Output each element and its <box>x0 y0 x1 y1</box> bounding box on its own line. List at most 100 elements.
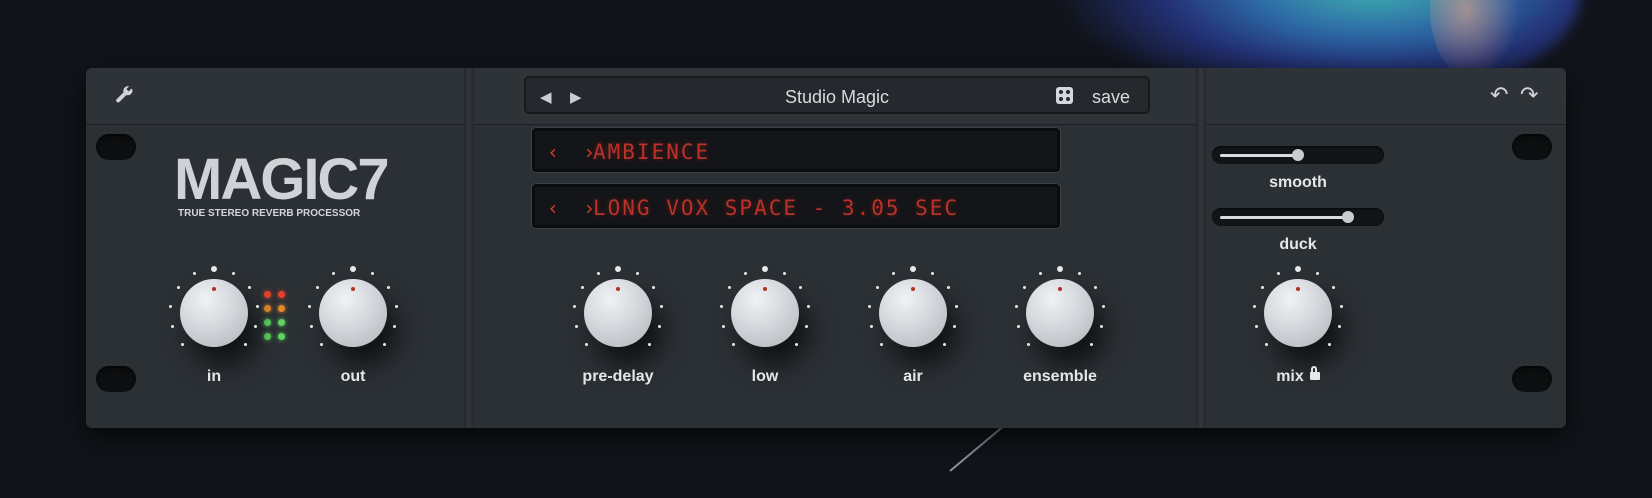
knob-scale-tick <box>1094 285 1098 289</box>
knob-scale-tick <box>1027 342 1031 346</box>
knob-scale-tick <box>255 304 259 308</box>
knob-scale-tick <box>953 325 957 329</box>
save-button[interactable]: save <box>1092 87 1130 108</box>
knob-scale-tick <box>1015 304 1019 308</box>
knob-scale-tick <box>875 285 879 289</box>
product-tagline: TRUE STEREO REVERB PROCESSOR <box>178 208 361 219</box>
knob-scale-tick <box>1295 266 1301 272</box>
knob-scale-tick <box>596 272 600 276</box>
pre-delay-label: pre-delay <box>582 368 654 385</box>
wrench-icon[interactable] <box>114 84 136 106</box>
knob-scale-tick <box>320 342 324 346</box>
mix-label: mix <box>1238 366 1358 386</box>
ensemble-label: ensemble <box>1023 368 1097 385</box>
duck-label: duck <box>1279 236 1317 253</box>
knob-scale-tick <box>350 266 356 272</box>
smooth-slider[interactable] <box>1212 146 1384 164</box>
smooth-slider-thumb[interactable] <box>1292 149 1304 161</box>
in-label: in <box>206 368 222 385</box>
knob-scale-tick <box>1057 266 1063 272</box>
knob-scale-tick <box>585 342 589 346</box>
knob-scale-tick <box>382 342 386 346</box>
knob-scale-tick <box>869 325 873 329</box>
knob-scale-tick <box>1260 285 1264 289</box>
knob-scale-tick <box>248 285 252 289</box>
preset-name[interactable]: Studio Magic <box>526 87 1148 108</box>
knob-scale-tick <box>794 342 798 346</box>
meter-led <box>264 291 271 298</box>
duck-slider-thumb[interactable] <box>1342 211 1355 223</box>
low-knob[interactable] <box>720 266 810 358</box>
smooth-label: smooth <box>1269 174 1327 191</box>
knob-scale-tick <box>387 285 391 289</box>
knob-scale-tick <box>1316 272 1320 276</box>
knob-scale-tick <box>762 266 768 272</box>
knob-scale-tick <box>880 342 884 346</box>
meter-led <box>278 333 285 340</box>
category-display: ‹ › AMBIENCE <box>532 128 1060 172</box>
meter-led <box>278 319 285 326</box>
duck-slider[interactable] <box>1212 208 1384 226</box>
knob-scale-tick <box>176 285 180 289</box>
smooth-slider-fill <box>1220 154 1298 157</box>
mix-label-text: mix <box>1276 368 1304 385</box>
pre-delay-knob[interactable] <box>573 266 663 358</box>
knob-scale-tick <box>308 304 312 308</box>
knob-scale-tick <box>942 342 946 346</box>
knob-scale-tick <box>615 266 621 272</box>
knob-scale-tick <box>573 304 577 308</box>
in-knob[interactable] <box>169 266 259 358</box>
meter-led <box>264 305 271 312</box>
knob-scale-tick <box>1338 325 1342 329</box>
knob-scale-tick <box>954 304 958 308</box>
undo-icon[interactable]: ↶ <box>1490 82 1508 108</box>
air-label: air <box>903 368 923 385</box>
meter-led <box>278 305 285 312</box>
knob-scale-tick <box>931 272 935 276</box>
out-knob[interactable] <box>308 266 398 358</box>
knob-scale-tick <box>331 272 335 276</box>
duck-slider-fill <box>1220 216 1349 219</box>
program-text: LONG VOX SPACE - 3.05 SEC <box>593 196 960 220</box>
meter-led <box>264 319 271 326</box>
program-display: ‹ › LONG VOX SPACE - 3.05 SEC <box>532 184 1060 228</box>
knob-scale-tick <box>1253 304 1257 308</box>
section-divider <box>1196 68 1206 428</box>
low-label: low <box>751 368 779 385</box>
knob-scale-tick <box>1327 342 1331 346</box>
knob-scale-tick <box>169 304 173 308</box>
knob-scale-tick <box>720 304 724 308</box>
knob-scale-tick <box>891 272 895 276</box>
knob-scale-tick <box>652 285 656 289</box>
knob-scale-tick <box>181 342 185 346</box>
redo-icon[interactable]: ↷ <box>1520 82 1538 108</box>
knob-scale-tick <box>1022 285 1026 289</box>
knob-scale-tick <box>574 325 578 329</box>
knob-scale-tick <box>254 325 258 329</box>
knob-scale-tick <box>393 325 397 329</box>
knob-scale-tick <box>799 285 803 289</box>
rack-mount-hole <box>1512 134 1552 160</box>
preset-bar: ◀ ▶ Studio Magic save <box>524 76 1150 114</box>
knob-scale-tick <box>1089 342 1093 346</box>
mix-knob[interactable] <box>1253 266 1343 358</box>
knob-scale-tick <box>1254 325 1258 329</box>
meter-led <box>278 291 285 298</box>
knob-scale-tick <box>232 272 236 276</box>
knob-scale-tick <box>947 285 951 289</box>
category-text: AMBIENCE <box>593 140 711 164</box>
knob-scale-tick <box>659 304 663 308</box>
knob-scale-tick <box>805 325 809 329</box>
knob-scale-tick <box>1332 285 1336 289</box>
knob-scale-tick <box>1016 325 1020 329</box>
knob-scale-tick <box>1038 272 1042 276</box>
meter-led <box>264 333 271 340</box>
ensemble-knob[interactable] <box>1015 266 1105 358</box>
lock-icon[interactable] <box>1309 366 1320 380</box>
knob-scale-tick <box>647 342 651 346</box>
knob-scale-tick <box>806 304 810 308</box>
dice-icon[interactable] <box>1056 87 1073 104</box>
out-label: out <box>340 368 366 385</box>
air-knob[interactable] <box>868 266 958 358</box>
knob-scale-tick <box>1265 342 1269 346</box>
